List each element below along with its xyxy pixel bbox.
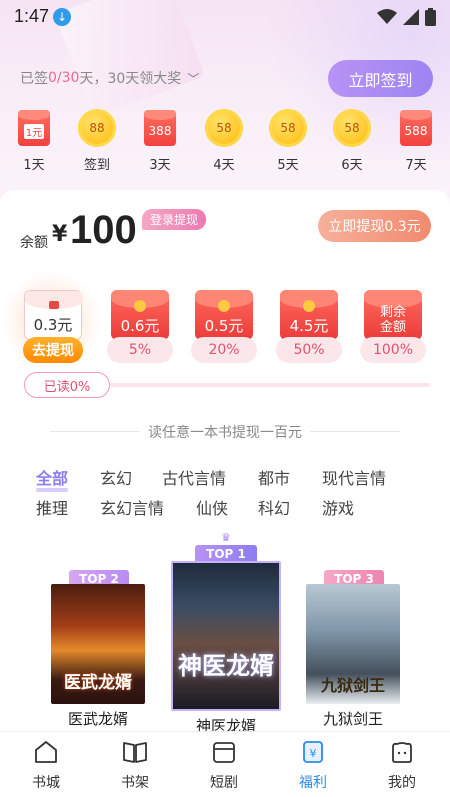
signin-count: 0/30 [48, 70, 80, 86]
tier-item[interactable]: 0.6元 5% [107, 285, 173, 365]
cover-title: 医武龙婿 [64, 673, 132, 693]
category-tab[interactable]: 古代言情 [162, 465, 226, 489]
book-card[interactable]: TOP 2 医武龙婿 医武龙婿 [51, 570, 145, 730]
divider-right [310, 431, 400, 432]
status-icons [377, 8, 436, 26]
status-bar: 1:47 ↓ [0, 0, 450, 34]
red-envelope-icon: 剩余金额 [364, 290, 422, 340]
yen-gift-icon: ¥ [303, 741, 323, 763]
category-tab[interactable]: 推理 [36, 495, 68, 519]
category-tab[interactable]: 玄幻言情 [100, 495, 164, 519]
day-reward-6[interactable]: 58 6天 [326, 108, 378, 173]
book-icon [123, 742, 147, 763]
day-label: 3天 [149, 158, 171, 173]
wifi-icon [377, 9, 397, 24]
category-tab[interactable]: 仙侠 [196, 495, 228, 519]
day-reward-2[interactable]: 88 签到 [71, 108, 123, 173]
nav-label: 福利 [299, 775, 327, 791]
red-envelope-icon: 1元 [18, 110, 50, 146]
drama-icon [213, 742, 235, 763]
nav-item-welfare[interactable]: ¥ 福利 [278, 740, 348, 792]
battery-icon [425, 8, 436, 26]
coin-icon: 58 [333, 109, 371, 147]
day-reward-1[interactable]: 1元 1天 [8, 108, 60, 173]
nav-label: 书架 [121, 775, 149, 791]
chevron-down-icon: ﹀ [187, 71, 200, 86]
category-tab[interactable]: 全部 [36, 465, 69, 492]
red-envelope-icon: 388 [144, 110, 176, 146]
balance-currency: ¥ [52, 222, 68, 247]
book-card[interactable]: TOP 3 九狱剑王 九狱剑王 [306, 570, 400, 730]
book-cover[interactable]: 九狱剑王 [306, 584, 400, 704]
signal-icon [403, 9, 419, 25]
book-title[interactable]: 医武龙婿 [51, 708, 145, 729]
day-label: 6天 [341, 158, 363, 173]
house-icon [35, 741, 57, 763]
tier-item[interactable]: 0.3元 去提现 [2, 271, 102, 371]
nav-item-bookshelf[interactable]: 书架 [100, 740, 170, 792]
balance-value: 100 [70, 208, 137, 252]
day-label: 1天 [23, 158, 45, 173]
crown-icon: ♛ [221, 531, 231, 544]
cover-title: 九狱剑王 [320, 676, 385, 695]
book-cover[interactable]: 医武龙婿 [51, 584, 145, 704]
read-progress-track [110, 383, 430, 387]
category-tab[interactable]: 都市 [258, 465, 290, 489]
red-envelope-icon: 0.6元 [111, 290, 169, 340]
book-cover[interactable]: 神医龙婿 [171, 561, 281, 711]
login-withdraw-badge[interactable]: 登录提现 [142, 209, 207, 230]
withdraw-tiers: 0.3元 去提现 0.6元 5% 0.5元 20% 4.5元 50% 剩余金额 … [0, 271, 450, 375]
withdraw-now-button[interactable]: 去提现 [23, 337, 83, 363]
day-label: 4天 [213, 158, 235, 173]
day-reward-4[interactable]: 58 4天 [198, 108, 250, 173]
download-icon: ↓ [53, 8, 71, 26]
status-time: 1:47 [14, 6, 50, 26]
red-envelope-icon: 4.5元 [280, 290, 338, 340]
tier-item[interactable]: 4.5元 50% [276, 285, 342, 365]
bear-face-icon [392, 742, 412, 763]
cover-title: 神医龙婿 [178, 652, 274, 680]
svg-text:¥: ¥ [310, 747, 317, 760]
signin-suffix: 天，30天领大奖 [79, 71, 182, 87]
nav-label: 短剧 [210, 775, 238, 791]
signin-prefix: 已签 [20, 71, 48, 87]
category-tab[interactable]: 现代言情 [322, 465, 386, 489]
day-label: 7天 [405, 158, 427, 173]
nav-label: 我的 [388, 775, 416, 791]
bottom-nav: 书城 书架 短剧 ¥ 福利 我的 [0, 731, 450, 797]
read-hint: 读任意一本书提现一百元 [148, 425, 302, 441]
day-reward-3[interactable]: 388 3天 [134, 108, 186, 173]
book-card[interactable]: ♛ TOP 1 神医龙婿 神医龙婿 [171, 531, 281, 735]
nav-item-shortdrama[interactable]: 短剧 [189, 740, 259, 792]
red-envelope-icon: 0.3元 [24, 290, 83, 340]
nav-label: 书城 [32, 775, 60, 791]
coin-icon: 88 [78, 109, 116, 147]
coin-icon: 58 [205, 109, 243, 147]
category-tab[interactable]: 玄幻 [100, 465, 132, 489]
day-reward-5[interactable]: 58 5天 [262, 108, 314, 173]
signin-button[interactable]: 立即签到 [328, 60, 433, 97]
balance-label: 余额 [20, 235, 48, 251]
coin-icon: 58 [269, 109, 307, 147]
tier-item[interactable]: 0.5元 20% [191, 285, 257, 365]
category-tab[interactable]: 科幻 [258, 495, 290, 519]
category-tab[interactable]: 游戏 [322, 495, 354, 519]
tier-percent: 5% [107, 337, 173, 363]
day-label: 签到 [83, 158, 110, 173]
read-progress-label: 已读0% [24, 372, 110, 398]
red-envelope-icon: 588 [400, 110, 432, 146]
red-envelope-icon: 0.5元 [195, 290, 253, 340]
tier-percent: 50% [276, 337, 342, 363]
book-title[interactable]: 九狱剑王 [306, 708, 400, 729]
nav-item-profile[interactable]: 我的 [367, 740, 437, 792]
withdraw-button[interactable]: 立即提现0.3元 [318, 210, 431, 242]
nav-item-bookstore[interactable]: 书城 [11, 740, 81, 792]
tier-percent: 20% [191, 337, 257, 363]
signin-progress[interactable]: 已签 0/30 天，30天领大奖 ﹀ [20, 68, 199, 88]
tier-item[interactable]: 剩余金额 100% [360, 285, 426, 365]
daily-rewards: 1元 1天 88 签到 388 3天 58 4天 58 5天 58 6天 588… [0, 108, 450, 178]
tier-percent: 100% [360, 337, 426, 363]
day-reward-7[interactable]: 588 7天 [390, 108, 442, 173]
day-label: 5天 [277, 158, 299, 173]
